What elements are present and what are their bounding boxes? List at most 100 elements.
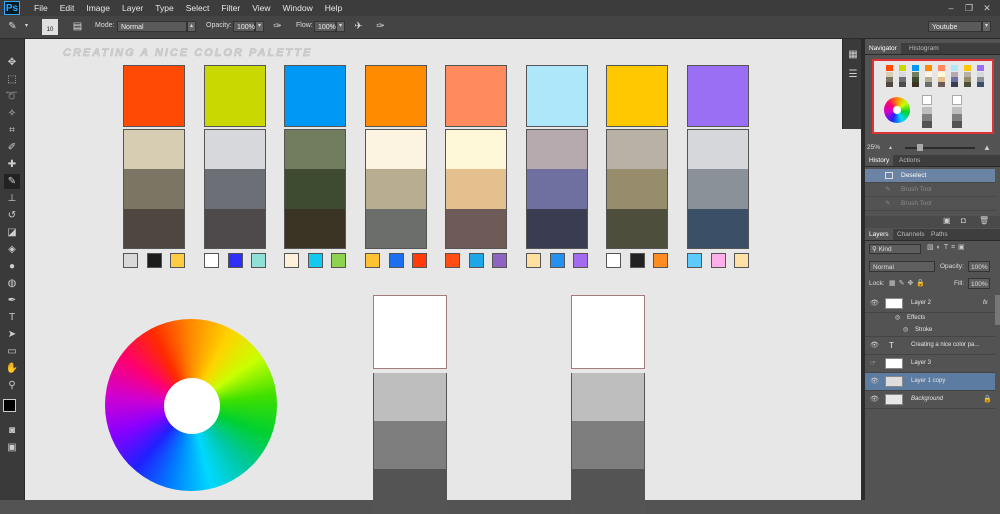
opacity-input[interactable]: 100%: [233, 21, 255, 32]
tab-actions[interactable]: Actions: [895, 155, 924, 166]
menu-window[interactable]: Window: [276, 0, 318, 16]
tab-paths[interactable]: Paths: [927, 229, 952, 240]
color-swatch: [365, 65, 427, 127]
minimize-button[interactable]: –: [944, 2, 958, 14]
mini-swatch: [734, 253, 749, 268]
brush-panel-icon[interactable]: ▤: [71, 20, 84, 33]
layer-opacity-input[interactable]: 100%: [968, 261, 990, 272]
blend-mode-select[interactable]: Normal: [869, 261, 935, 272]
menu-layer[interactable]: Layer: [116, 0, 149, 16]
mode-chevron-icon[interactable]: ▴: [187, 21, 196, 32]
flow-input[interactable]: 100%: [314, 21, 336, 32]
stamp-tool-icon[interactable]: ⊥: [4, 191, 20, 206]
brush-tool-button-icon[interactable]: ✎: [4, 174, 20, 189]
brush-tool-icon[interactable]: ✎: [6, 20, 19, 33]
brush-settings-icon[interactable]: ☰: [845, 67, 861, 82]
pressure-opacity-icon[interactable]: ✑: [271, 20, 284, 33]
fx-icon[interactable]: fx: [983, 295, 988, 312]
paint-bucket-tool-icon[interactable]: ◈: [4, 242, 20, 257]
menu-view[interactable]: View: [246, 0, 276, 16]
quick-select-tool-icon[interactable]: ✧: [4, 106, 20, 121]
history-brush-tool-icon[interactable]: ↺: [4, 208, 20, 223]
layer-row-background[interactable]: 👁 Background 🔒: [865, 391, 995, 409]
snapshot-from-state-icon[interactable]: ▣: [943, 216, 951, 225]
visibility-eye-icon[interactable]: 👁: [870, 337, 880, 354]
brush-size-picker[interactable]: 10: [42, 19, 58, 35]
restore-button[interactable]: ❐: [962, 2, 976, 14]
quick-mask-icon[interactable]: ◙: [4, 423, 20, 438]
layers-scrollbar[interactable]: [995, 295, 1000, 325]
layer-row-text[interactable]: 👁 T Creating a nice color pa...: [865, 337, 995, 355]
pressure-size-icon[interactable]: ✑: [374, 20, 387, 33]
layer-row-layer-1-copy[interactable]: 👁 Layer 1 copy: [865, 373, 995, 391]
navigator-preview[interactable]: [872, 59, 994, 134]
menu-edit[interactable]: Edit: [54, 0, 81, 16]
layer-stroke-row[interactable]: ◎ Stroke: [865, 324, 995, 337]
close-button[interactable]: ✕: [980, 2, 994, 14]
dodge-tool-icon[interactable]: ◍: [4, 276, 20, 291]
fill-input[interactable]: 100%: [968, 278, 990, 289]
menu-type[interactable]: Type: [149, 0, 179, 16]
foreground-color-swatch[interactable]: [3, 399, 16, 412]
menu-help[interactable]: Help: [319, 0, 348, 16]
airbrush-icon[interactable]: ✈: [352, 20, 365, 33]
layer-filter-select[interactable]: ⚲ Kind: [869, 244, 921, 254]
visibility-eye-icon[interactable]: 👁: [870, 391, 880, 408]
visibility-eye-icon[interactable]: 👁: [870, 295, 880, 312]
flow-chevron-icon[interactable]: ▾: [336, 21, 345, 32]
tab-layers[interactable]: Layers: [865, 229, 893, 240]
shape-tool-icon[interactable]: ▭: [4, 344, 20, 359]
visibility-eye-icon[interactable]: 👁: [870, 373, 880, 390]
layer-thumbnail: [885, 358, 903, 369]
zoom-out-icon[interactable]: ▴: [889, 145, 897, 151]
brush-presets-icon[interactable]: ▦: [845, 47, 861, 62]
workspace-chevron-icon[interactable]: ▾: [982, 21, 991, 32]
marquee-tool-icon[interactable]: ⬚: [4, 72, 20, 87]
history-item[interactable]: ✎ Brush Tool: [865, 183, 995, 197]
zoom-tool-icon[interactable]: ⚲: [4, 378, 20, 393]
mini-swatch: [331, 253, 346, 268]
new-snapshot-icon[interactable]: ◘: [961, 216, 966, 225]
menu-filter[interactable]: Filter: [215, 0, 246, 16]
zoom-in-icon[interactable]: ▲: [983, 143, 991, 152]
lock-icons[interactable]: ▦✎✥🔒: [889, 279, 928, 287]
layer-effects-row[interactable]: ◎ Effects: [865, 312, 995, 324]
history-item[interactable]: ✎ Brush Tool: [865, 197, 995, 211]
history-item[interactable]: Deselect: [865, 169, 995, 183]
hand-tool-icon[interactable]: ✋: [4, 361, 20, 376]
layer-row-layer-2[interactable]: 👁 Layer 2 fx: [865, 295, 995, 313]
tab-channels[interactable]: Channels: [893, 229, 928, 240]
tab-histogram[interactable]: Histogram: [905, 43, 943, 54]
menu-image[interactable]: Image: [80, 0, 116, 16]
layer-row-layer-3[interactable]: ☞ Layer 3: [865, 355, 995, 373]
type-tool-icon[interactable]: T: [4, 310, 20, 325]
zoom-slider-handle[interactable]: [917, 144, 923, 151]
crop-tool-icon[interactable]: ⌗: [4, 123, 20, 138]
navigator-zoom-value[interactable]: 25%: [867, 144, 880, 151]
mode-select[interactable]: Normal: [117, 21, 187, 32]
eyedropper-tool-icon[interactable]: ✐: [4, 140, 20, 155]
layer-filter-icons[interactable]: ▨◐T⌗▣: [927, 243, 968, 252]
zoom-slider[interactable]: [905, 147, 975, 149]
stroke-eye-icon[interactable]: ◎: [903, 324, 908, 336]
workspace-select[interactable]: Youtube: [928, 21, 982, 32]
opacity-chevron-icon[interactable]: ▾: [255, 21, 264, 32]
tool-preset-chevron-icon[interactable]: ▾: [22, 22, 31, 33]
pen-tool-icon[interactable]: ✒: [4, 293, 20, 308]
blur-tool-icon[interactable]: ●: [4, 259, 20, 274]
tab-history[interactable]: History: [865, 155, 894, 166]
menu-select[interactable]: Select: [180, 0, 216, 16]
tab-navigator[interactable]: Navigator: [865, 43, 901, 54]
document-canvas[interactable]: CREATING A NICE COLOR PALETTE: [25, 39, 861, 514]
menu-file[interactable]: File: [28, 0, 54, 16]
eraser-tool-icon[interactable]: ◪: [4, 225, 20, 240]
path-select-tool-icon[interactable]: ➤: [4, 327, 20, 342]
screen-mode-icon[interactable]: ▣: [4, 440, 20, 455]
move-tool-icon[interactable]: ✥: [4, 55, 20, 70]
effects-eye-icon[interactable]: ◎: [895, 312, 900, 324]
visibility-eye-icon[interactable]: ☞: [870, 355, 880, 372]
tools-panel: ✥ ⬚ ➰ ✧ ⌗ ✐ ✚ ✎ ⊥ ↺ ◪ ◈ ● ◍ ✒ T ➤ ▭ ✋ ⚲ …: [0, 39, 25, 500]
healing-tool-icon[interactable]: ✚: [4, 157, 20, 172]
lasso-tool-icon[interactable]: ➰: [4, 89, 20, 104]
delete-state-icon[interactable]: 🗑: [979, 216, 989, 225]
